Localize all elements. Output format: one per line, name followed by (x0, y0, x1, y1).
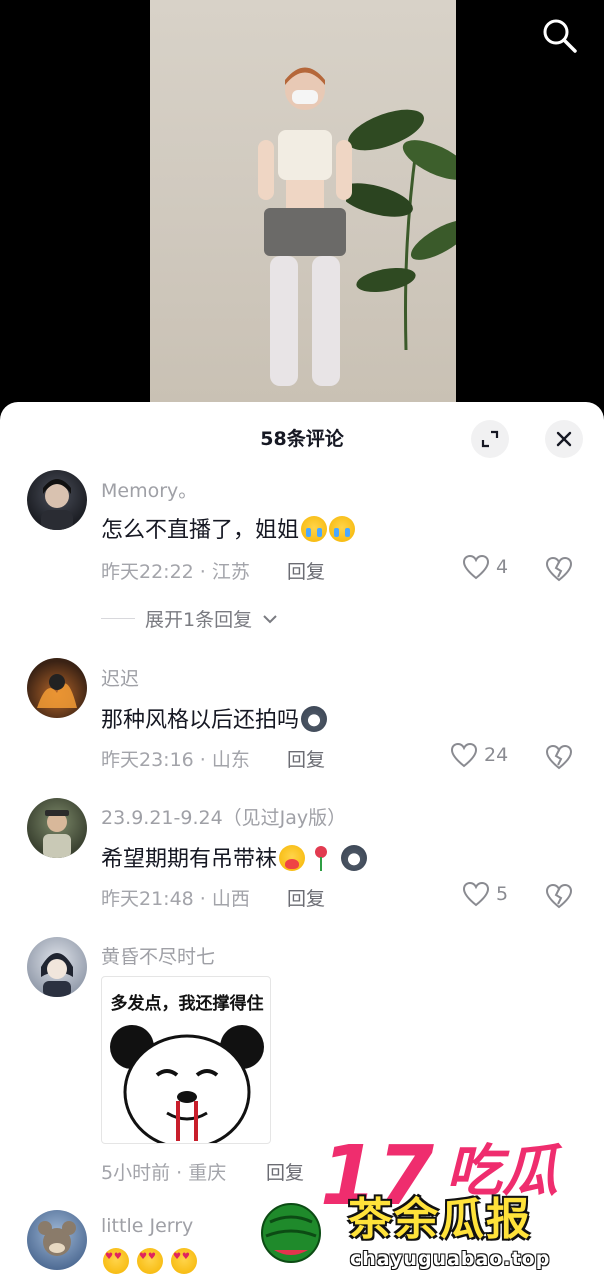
avatar[interactable] (27, 798, 87, 858)
comment-text: 那种风格以后还拍吗 (101, 702, 328, 734)
comment-text-body: 那种风格以后还拍吗 (101, 708, 300, 733)
broken-heart-icon[interactable] (545, 555, 573, 583)
search-icon[interactable] (540, 16, 580, 56)
comment-meta: 昨天21:48 · 山西 (101, 888, 250, 910)
like-count: 4 (496, 556, 509, 578)
like-button[interactable]: 24 (450, 742, 508, 768)
like-button[interactable]: 4 (462, 554, 508, 580)
heart-outline-icon (462, 881, 490, 907)
like-count: 24 (484, 744, 509, 766)
comment-meta: 5小时前 · 重庆 (101, 1162, 227, 1184)
avatar[interactable] (27, 658, 87, 718)
avatar-image (41, 479, 73, 530)
cry-emoji-icon (329, 516, 356, 542)
avatar[interactable] (27, 937, 87, 997)
comment-sheet: 58条评论 Memory。 怎么不直播了，姐姐 昨天22:22 · 江苏 回复 … (0, 402, 604, 1280)
husky-emoji-icon (301, 706, 328, 732)
reply-button[interactable]: 回复 (287, 557, 325, 584)
comment-username[interactable]: Memory。 (101, 476, 197, 503)
sticker-caption: 多发点，我还撑得住 (110, 994, 264, 1014)
avatar-image (37, 674, 77, 708)
comment-text: 希望期期有吊带袜 (101, 841, 368, 873)
comment-username[interactable]: little Jerry (101, 1215, 193, 1237)
broken-heart-icon[interactable] (545, 882, 573, 910)
heart-eyes-emoji-icon (103, 1248, 129, 1274)
video-player[interactable] (0, 0, 604, 402)
comment-meta: 昨天23:16 · 山东 (101, 749, 250, 771)
heart-outline-icon (462, 554, 490, 580)
reply-button[interactable]: 回复 (266, 1158, 304, 1185)
broken-heart-icon[interactable] (545, 743, 573, 771)
plant-image (346, 109, 456, 350)
heart-eyes-emoji-icon (171, 1248, 197, 1274)
comment-text (101, 1248, 197, 1275)
comment-text-body: 怎么不直播了，姐姐 (101, 518, 300, 543)
avatar[interactable] (27, 1210, 87, 1270)
fullscreen-button[interactable] (471, 420, 509, 458)
avatar-image (38, 1221, 76, 1256)
avatar-image (43, 810, 71, 858)
expand-icon (481, 430, 499, 448)
like-count: 5 (496, 883, 509, 905)
comment-username[interactable]: 23.9.21-9.24（见过Jay版） (101, 803, 346, 830)
sticker-image[interactable]: 多发点，我还撑得住 (101, 976, 271, 1144)
close-button[interactable] (545, 420, 583, 458)
cry-emoji-icon (301, 516, 328, 542)
comment-username[interactable]: 黄昏不尽时七 (101, 942, 215, 969)
rose-emoji-icon (307, 845, 333, 871)
close-icon (556, 431, 572, 447)
comment-count-title: 58条评论 (260, 428, 344, 450)
comment-meta: 昨天22:22 · 江苏 (101, 561, 250, 583)
video-frame (150, 0, 456, 402)
comment-text-body: 希望期期有吊带袜 (101, 847, 278, 872)
comment-text: 怎么不直播了，姐姐 (101, 512, 356, 544)
heart-outline-icon (450, 742, 478, 768)
person-image (258, 67, 352, 386)
comment-sheet-header: 58条评论 (0, 402, 604, 472)
panda-meme-image (110, 1025, 264, 1143)
avatar[interactable] (27, 470, 87, 530)
reply-button[interactable]: 回复 (287, 884, 325, 911)
comment-username[interactable]: 迟迟 (101, 664, 139, 691)
divider-line (101, 618, 135, 619)
avatar-image (41, 953, 73, 997)
heart-hug-emoji-icon (279, 845, 306, 871)
chevron-down-icon (263, 614, 277, 623)
like-button[interactable]: 5 (462, 881, 508, 907)
expand-replies-button[interactable]: 展开1条回复 (101, 605, 278, 632)
heart-eyes-emoji-icon (137, 1248, 163, 1274)
reply-button[interactable]: 回复 (287, 745, 325, 772)
husky-emoji-icon (341, 845, 368, 871)
expand-replies-label: 展开1条回复 (145, 609, 253, 631)
